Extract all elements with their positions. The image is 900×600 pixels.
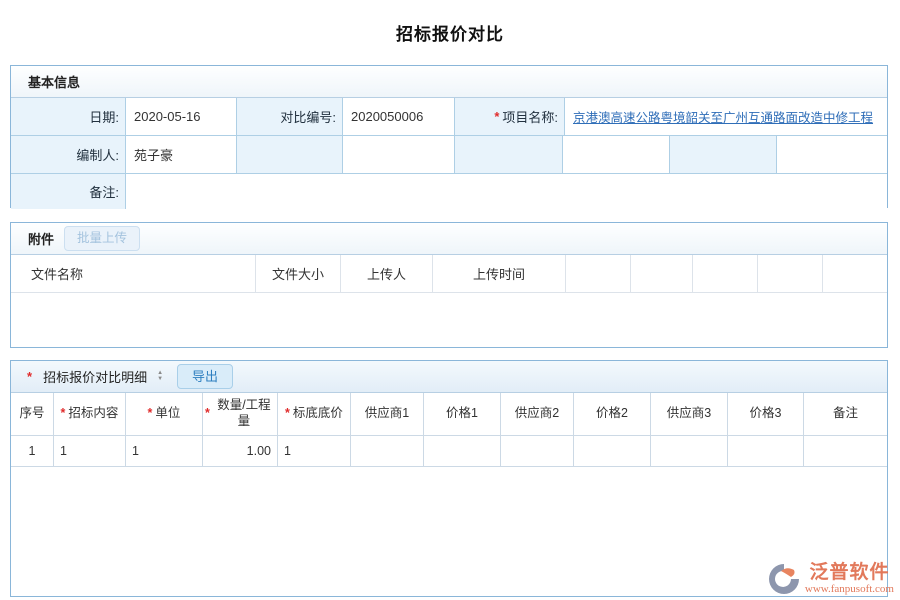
project-name-label: * 项目名称: bbox=[455, 98, 565, 135]
col-supplier-3: 供应商3 bbox=[651, 393, 728, 435]
basic-info-section-header: 基本信息 bbox=[11, 66, 887, 98]
empty-value-cell bbox=[777, 136, 887, 173]
cell-unit: 1 bbox=[126, 436, 203, 466]
cell-base-price: 1 bbox=[278, 436, 351, 466]
required-mark: * bbox=[148, 406, 153, 422]
attachments-table-header: 文件名称 文件大小 上传人 上传时间 bbox=[11, 255, 887, 293]
col-bid-content-text: 招标内容 bbox=[68, 406, 118, 422]
basic-info-row-3: 备注: bbox=[11, 174, 887, 209]
col-empty bbox=[823, 255, 887, 292]
col-base-price-text: 标底底价 bbox=[293, 406, 343, 422]
col-supplier-3-text: 供应商3 bbox=[667, 406, 711, 422]
compiler-value: 苑子豪 bbox=[126, 136, 237, 173]
table-row: 1 1 1 1.00 1 bbox=[11, 436, 887, 467]
required-mark: * bbox=[61, 406, 66, 422]
cell-supplier-3 bbox=[651, 436, 728, 466]
cell-seq: 1 bbox=[11, 436, 54, 466]
compare-no-value: 2020050006 bbox=[343, 98, 455, 135]
col-uploader: 上传人 bbox=[341, 255, 433, 292]
compiler-label: 编制人: bbox=[11, 136, 126, 173]
col-quantity-text: 数量/工程量 bbox=[213, 398, 275, 429]
col-supplier-2: 供应商2 bbox=[501, 393, 574, 435]
required-mark: * bbox=[285, 406, 290, 422]
basic-info-panel: 基本信息 日期: 2020-05-16 对比编号: 2020050006 * 项… bbox=[10, 65, 888, 208]
col-supplier-2-text: 供应商2 bbox=[515, 406, 559, 422]
date-value: 2020-05-16 bbox=[126, 98, 237, 135]
col-supplier-1-text: 供应商1 bbox=[365, 406, 409, 422]
cell-supplier-1 bbox=[351, 436, 424, 466]
attachments-section-title: 附件 bbox=[28, 229, 54, 248]
basic-info-row-2: 编制人: 苑子豪 bbox=[11, 136, 887, 174]
detail-table-header: 序号 * 招标内容 * 单位 * 数量/工程量 * 标底底价 供应商1 价格1 … bbox=[11, 393, 887, 436]
logo-text-block: 泛普软件 www.fanpusoft.com bbox=[805, 563, 894, 595]
required-mark: * bbox=[27, 369, 32, 384]
col-seq: 序号 bbox=[11, 393, 54, 435]
col-empty bbox=[566, 255, 631, 292]
col-file-name: 文件名称 bbox=[11, 255, 256, 292]
cell-supplier-2 bbox=[501, 436, 574, 466]
empty-label-cell bbox=[237, 136, 343, 173]
col-price-1: 价格1 bbox=[424, 393, 501, 435]
col-price-3: 价格3 bbox=[728, 393, 804, 435]
cell-price-3 bbox=[728, 436, 804, 466]
logo-text: 泛普软件 bbox=[809, 563, 889, 583]
compare-no-label: 对比编号: bbox=[237, 98, 343, 135]
col-quantity: * 数量/工程量 bbox=[203, 393, 278, 435]
required-mark: * bbox=[494, 109, 499, 124]
export-button[interactable]: 导出 bbox=[177, 364, 233, 389]
detail-section-title: 招标报价对比明细 bbox=[43, 367, 147, 386]
page-title: 招标报价对比 bbox=[0, 20, 900, 45]
col-unit-text: 单位 bbox=[155, 406, 180, 422]
required-mark: * bbox=[205, 406, 210, 422]
attachments-panel: 附件 批量上传 文件名称 文件大小 上传人 上传时间 bbox=[10, 222, 888, 348]
detail-panel: * 招标报价对比明细 ▲ ▼ 导出 序号 * 招标内容 * 单位 * 数量/工程… bbox=[10, 360, 888, 597]
project-name-cell: 京港澳高速公路粤境韶关至广州互通路面改造中修工程 bbox=[565, 98, 887, 135]
col-unit: * 单位 bbox=[126, 393, 203, 435]
col-upload-time: 上传时间 bbox=[433, 255, 566, 292]
col-empty bbox=[693, 255, 758, 292]
col-supplier-1: 供应商1 bbox=[351, 393, 424, 435]
col-empty bbox=[758, 255, 823, 292]
col-bid-content: * 招标内容 bbox=[54, 393, 126, 435]
basic-info-section-title: 基本信息 bbox=[28, 72, 80, 91]
col-price-2-text: 价格2 bbox=[596, 406, 628, 422]
remark-label: 备注: bbox=[11, 174, 126, 209]
attachments-empty-body bbox=[11, 293, 887, 346]
logo-url: www.fanpusoft.com bbox=[805, 583, 894, 595]
sort-down-icon: ▼ bbox=[157, 377, 163, 382]
cell-price-2 bbox=[574, 436, 651, 466]
project-name-label-text: 项目名称: bbox=[502, 107, 558, 126]
empty-label-cell bbox=[670, 136, 777, 173]
col-remark-text: 备注 bbox=[833, 406, 858, 422]
vendor-logo: 泛普软件 www.fanpusoft.com bbox=[767, 562, 894, 596]
attachments-section-header: 附件 批量上传 bbox=[11, 223, 887, 255]
col-empty bbox=[631, 255, 693, 292]
detail-section-header: * 招标报价对比明细 ▲ ▼ 导出 bbox=[11, 361, 887, 393]
sort-icon[interactable]: ▲ ▼ bbox=[157, 371, 163, 382]
project-name-link[interactable]: 京港澳高速公路粤境韶关至广州互通路面改造中修工程 bbox=[573, 107, 873, 126]
cell-price-1 bbox=[424, 436, 501, 466]
basic-info-row-1: 日期: 2020-05-16 对比编号: 2020050006 * 项目名称: … bbox=[11, 98, 887, 136]
cell-quantity: 1.00 bbox=[203, 436, 278, 466]
cell-remark bbox=[804, 436, 887, 466]
fanpu-logo-icon bbox=[767, 562, 801, 596]
col-file-size: 文件大小 bbox=[256, 255, 341, 292]
col-remark: 备注 bbox=[804, 393, 887, 435]
remark-value bbox=[126, 174, 887, 209]
batch-upload-button[interactable]: 批量上传 bbox=[64, 226, 140, 251]
col-price-2: 价格2 bbox=[574, 393, 651, 435]
date-label: 日期: bbox=[11, 98, 126, 135]
empty-value-cell bbox=[563, 136, 670, 173]
col-base-price: * 标底底价 bbox=[278, 393, 351, 435]
cell-bid-content: 1 bbox=[54, 436, 126, 466]
col-price-3-text: 价格3 bbox=[750, 406, 782, 422]
col-seq-text: 序号 bbox=[19, 406, 44, 422]
empty-label-cell bbox=[455, 136, 563, 173]
col-price-1-text: 价格1 bbox=[446, 406, 478, 422]
empty-value-cell bbox=[343, 136, 455, 173]
